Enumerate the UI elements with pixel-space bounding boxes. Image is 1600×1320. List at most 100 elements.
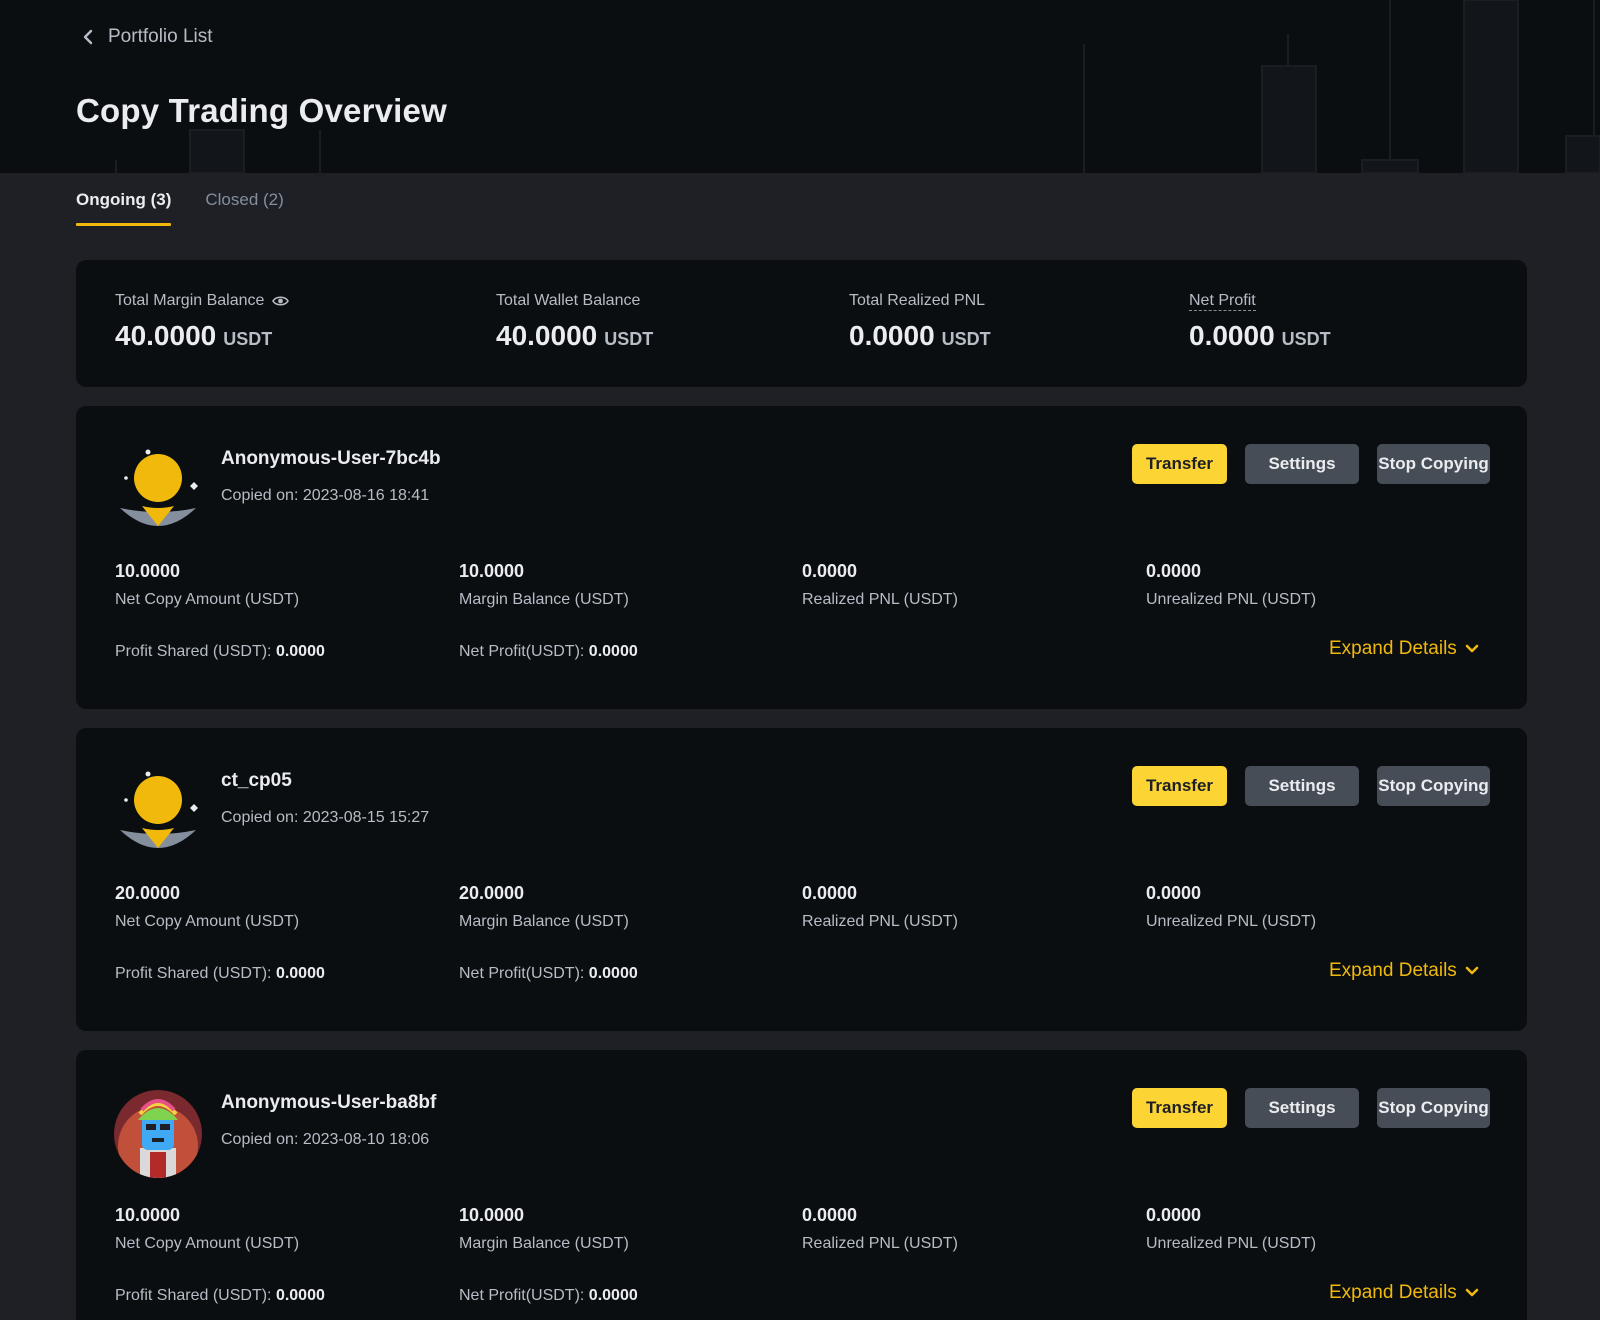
total-margin-balance-unit: USDT xyxy=(223,329,273,349)
copied-on-date: Copied on: 2023-08-16 18:41 xyxy=(221,487,430,504)
expand-details-label: Expand Details xyxy=(1329,1282,1457,1303)
back-to-portfolio-list[interactable]: Portfolio List xyxy=(82,26,213,48)
profit-shared: Profit Shared (USDT): 0.0000 xyxy=(115,1287,325,1305)
profit-shared-label: Profit Shared (USDT): xyxy=(115,965,272,982)
realized-pnl-label: Realized PNL (USDT) xyxy=(802,1235,958,1252)
chevron-down-icon xyxy=(1465,966,1479,975)
trader-name[interactable]: Anonymous-User-ba8bf xyxy=(221,1092,436,1114)
net-profit-summary: Net Profit 0.0000 USDT xyxy=(1189,290,1331,352)
profit-shared: Profit Shared (USDT): 0.0000 xyxy=(115,965,325,983)
unrealized-pnl: 0.0000 Unrealized PNL (USDT) xyxy=(1146,1205,1316,1253)
settings-button[interactable]: Settings xyxy=(1245,444,1359,484)
total-realized-pnl: Total Realized PNL 0.0000 USDT xyxy=(849,290,991,352)
net-profit-row-value: 0.0000 xyxy=(588,965,638,982)
realized-pnl-value: 0.0000 xyxy=(802,561,858,581)
unrealized-pnl-label: Unrealized PNL (USDT) xyxy=(1146,913,1317,930)
portfolio-card: Anonymous-User-7bc4b Copied on: 2023-08-… xyxy=(76,406,1527,709)
profit-shared-label: Profit Shared (USDT): xyxy=(115,1287,272,1304)
realized-pnl-value: 0.0000 xyxy=(802,883,858,903)
net-copy-amount-value: 10.0000 xyxy=(115,1205,181,1225)
transfer-button[interactable]: Transfer xyxy=(1132,1088,1227,1128)
default-sun-icon xyxy=(120,449,198,526)
total-wallet-balance-label: Total Wallet Balance xyxy=(496,292,641,309)
settings-button[interactable]: Settings xyxy=(1245,766,1359,806)
net-profit: Net Profit(USDT): 0.0000 xyxy=(459,1287,638,1305)
margin-balance-value: 10.0000 xyxy=(459,561,525,581)
transfer-button[interactable]: Transfer xyxy=(1132,444,1227,484)
stop-copying-button[interactable]: Stop Copying xyxy=(1377,1088,1490,1128)
tab-closed[interactable]: Closed (2) xyxy=(205,190,283,226)
net-profit-row-value: 0.0000 xyxy=(588,1287,638,1304)
transfer-button[interactable]: Transfer xyxy=(1132,766,1227,806)
margin-balance: 10.0000 Margin Balance (USDT) xyxy=(459,1205,629,1253)
total-wallet-balance-unit: USDT xyxy=(604,329,654,349)
expand-details-link[interactable]: Expand Details xyxy=(1329,638,1479,660)
net-copy-amount-label: Net Copy Amount (USDT) xyxy=(115,591,300,608)
portfolio-card: ct_cp05 Copied on: 2023-08-15 15:27 Tran… xyxy=(76,728,1527,1031)
margin-balance-value: 20.0000 xyxy=(459,883,525,903)
summary-panel: Total Margin Balance 40.0000 USDT Total … xyxy=(76,260,1527,387)
total-realized-pnl-label: Total Realized PNL xyxy=(849,292,986,309)
net-copy-amount-label: Net Copy Amount (USDT) xyxy=(115,1235,300,1252)
chevron-left-icon xyxy=(83,29,93,45)
page-title: Copy Trading Overview xyxy=(76,92,447,129)
total-realized-pnl-unit: USDT xyxy=(941,329,991,349)
net-profit: Net Profit(USDT): 0.0000 xyxy=(459,965,638,983)
net-profit-row-label: Net Profit(USDT): xyxy=(459,1287,585,1304)
profit-shared-value: 0.0000 xyxy=(275,1287,325,1304)
total-margin-balance-value: 40.0000 xyxy=(115,320,217,351)
unrealized-pnl-label: Unrealized PNL (USDT) xyxy=(1146,1235,1317,1252)
realized-pnl-value: 0.0000 xyxy=(802,1205,858,1225)
net-profit-unit: USDT xyxy=(1281,329,1331,349)
margin-balance-label: Margin Balance (USDT) xyxy=(459,1235,629,1252)
margin-balance: 20.0000 Margin Balance (USDT) xyxy=(459,883,629,931)
profit-shared-label: Profit Shared (USDT): xyxy=(115,643,272,660)
margin-balance: 10.0000 Margin Balance (USDT) xyxy=(459,561,629,609)
net-copy-amount-value: 10.0000 xyxy=(115,561,181,581)
expand-details-label: Expand Details xyxy=(1329,960,1457,981)
chevron-down-icon xyxy=(1465,1288,1479,1297)
realized-pnl-label: Realized PNL (USDT) xyxy=(802,913,958,930)
trader-name[interactable]: ct_cp05 xyxy=(221,770,292,792)
margin-balance-label: Margin Balance (USDT) xyxy=(459,591,629,608)
net-copy-amount: 20.0000 Net Copy Amount (USDT) xyxy=(115,883,299,931)
net-profit: Net Profit(USDT): 0.0000 xyxy=(459,643,638,661)
chevron-down-icon xyxy=(1465,644,1479,653)
realized-pnl: 0.0000 Realized PNL (USDT) xyxy=(802,1205,958,1253)
net-copy-amount-label: Net Copy Amount (USDT) xyxy=(115,913,300,930)
profit-shared-value: 0.0000 xyxy=(275,965,325,982)
net-profit-row-value: 0.0000 xyxy=(588,643,638,660)
realized-pnl: 0.0000 Realized PNL (USDT) xyxy=(802,561,958,609)
stop-copying-button[interactable]: Stop Copying xyxy=(1377,444,1490,484)
stop-copying-button[interactable]: Stop Copying xyxy=(1377,766,1490,806)
trader-name[interactable]: Anonymous-User-7bc4b xyxy=(221,448,441,470)
unrealized-pnl: 0.0000 Unrealized PNL (USDT) xyxy=(1146,883,1316,931)
net-copy-amount: 10.0000 Net Copy Amount (USDT) xyxy=(115,1205,299,1253)
copied-on-date: Copied on: 2023-08-15 15:27 xyxy=(221,809,430,826)
net-profit-row-label: Net Profit(USDT): xyxy=(459,643,585,660)
total-margin-balance: Total Margin Balance 40.0000 USDT xyxy=(115,290,290,352)
header-banner: Portfolio List Copy Trading Overview xyxy=(0,0,1600,173)
margin-balance-label: Margin Balance (USDT) xyxy=(459,913,629,930)
unrealized-pnl-value: 0.0000 xyxy=(1146,883,1202,903)
copied-on-date: Copied on: 2023-08-10 18:06 xyxy=(221,1131,430,1148)
net-copy-amount-value: 20.0000 xyxy=(115,883,181,903)
net-profit-value: 0.0000 xyxy=(1189,320,1275,351)
unrealized-pnl: 0.0000 Unrealized PNL (USDT) xyxy=(1146,561,1316,609)
expand-details-link[interactable]: Expand Details xyxy=(1329,1282,1479,1304)
candlestick-background-graphic xyxy=(115,0,1600,173)
back-label: Portfolio List xyxy=(108,26,213,47)
unrealized-pnl-value: 0.0000 xyxy=(1146,561,1202,581)
profit-shared: Profit Shared (USDT): 0.0000 xyxy=(115,643,325,661)
unrealized-pnl-label: Unrealized PNL (USDT) xyxy=(1146,591,1317,608)
default-sun-icon xyxy=(120,771,198,848)
settings-button[interactable]: Settings xyxy=(1245,1088,1359,1128)
total-wallet-balance: Total Wallet Balance 40.0000 USDT xyxy=(496,290,653,352)
eye-icon[interactable] xyxy=(272,295,290,307)
status-tabs: Ongoing (3) Closed (2) xyxy=(76,190,284,226)
realized-pnl-label: Realized PNL (USDT) xyxy=(802,591,958,608)
net-profit-label[interactable]: Net Profit xyxy=(1189,292,1256,311)
tab-ongoing[interactable]: Ongoing (3) xyxy=(76,190,172,226)
expand-details-link[interactable]: Expand Details xyxy=(1329,960,1479,982)
total-wallet-balance-value: 40.0000 xyxy=(496,320,598,351)
